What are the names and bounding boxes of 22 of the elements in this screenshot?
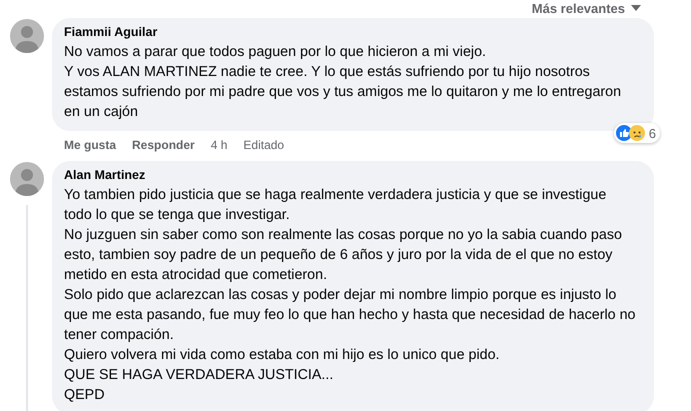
- caret-icon: [631, 5, 641, 11]
- comment-text: Quiero volvera mi vida como estaba con mi hijo es lo unico que pido.: [64, 346, 500, 365]
- comment-author[interactable]: Fiammii Aguilar: [64, 25, 158, 39]
- reactions-badge[interactable]: 6: [614, 123, 660, 143]
- like-link[interactable]: Me gusta: [64, 138, 116, 152]
- comment-text: QEPD: [64, 386, 106, 405]
- comment-text: QUE SE HAGA VERDADERA JUSTICIA...: [64, 366, 334, 385]
- comment-text: No vamos a parar que todos paguen por lo que hicieron a mi viejo.: [64, 43, 488, 62]
- like-reaction-icon: [616, 125, 632, 141]
- comment-text: No juzguen sin saber como son realmente las cosas porque no yo la sabia cuando paso esto, tambien soy padre de un pequeño de 6 años y juro por la vida de el que no estoy metido en esta atrocidad que cometieron.: [64, 226, 623, 285]
- reply-link[interactable]: Responder: [132, 138, 195, 152]
- avatar[interactable]: [10, 162, 44, 196]
- comment-text: Yo tambien pido justicia que se haga realmente verdadera justicia y que se investigue todo lo que se tenga que investigar.: [64, 186, 608, 225]
- comment-author[interactable]: Alan Martinez: [64, 168, 146, 182]
- comment-text: Solo pido que aclarezcan las cosas y poder dejar mi nombre limpio porque es injusto lo que me esta pasando, fue muy feo lo que han hecho y hasta que necesidad de hacerlo no tener compación.: [64, 286, 636, 345]
- reaction-count: 6: [648, 126, 656, 140]
- edited-label: Editado: [243, 138, 284, 152]
- comment-text: Y vos ALAN MARTINEZ nadie te cree. Y lo que estás sufriendo por tu hijo nosotros estamos sufriendo por mi padre que vos y tus amigos me lo quitaron y me lo entregaron en un cajón: [64, 63, 622, 122]
- sort-dropdown[interactable]: Más relevantes: [532, 0, 641, 16]
- comment-time[interactable]: 4 h: [210, 138, 228, 152]
- avatar[interactable]: [10, 19, 44, 53]
- sad-reaction-icon: [628, 125, 645, 141]
